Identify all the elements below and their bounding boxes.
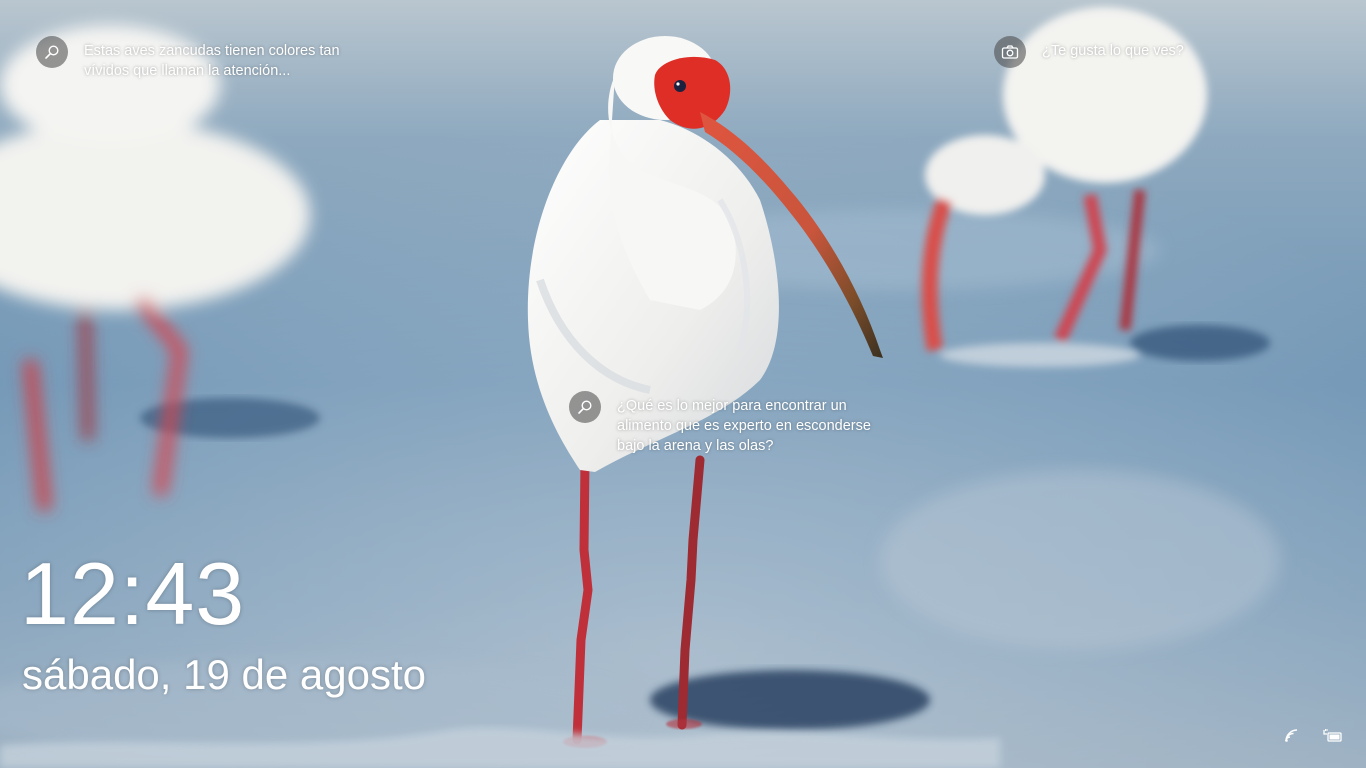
lock-screen-date: sábado, 19 de agosto <box>22 651 427 698</box>
hotspot-2-text[interactable]: ¿Te gusta lo que ves? <box>1042 41 1184 61</box>
search-icon[interactable] <box>36 36 68 68</box>
camera-icon[interactable] <box>994 36 1026 68</box>
hotspot-3-text[interactable]: ¿Qué es lo mejor para encontrar un alime… <box>617 396 871 456</box>
spotlight-hotspot-1[interactable]: Estas aves zancudas tienen colores tan v… <box>36 36 340 81</box>
spotlight-like-prompt[interactable]: ¿Te gusta lo que ves? <box>994 36 1184 68</box>
search-icon[interactable] <box>569 391 601 423</box>
lock-screen-clock: 12:43 <box>20 544 246 643</box>
battery-plugged-icon[interactable] <box>1323 726 1343 746</box>
hotspot-1-text[interactable]: Estas aves zancudas tienen colores tan v… <box>84 41 340 81</box>
wifi-icon[interactable] <box>1282 726 1302 746</box>
spotlight-hotspot-3[interactable]: ¿Qué es lo mejor para encontrar un alime… <box>569 391 871 456</box>
